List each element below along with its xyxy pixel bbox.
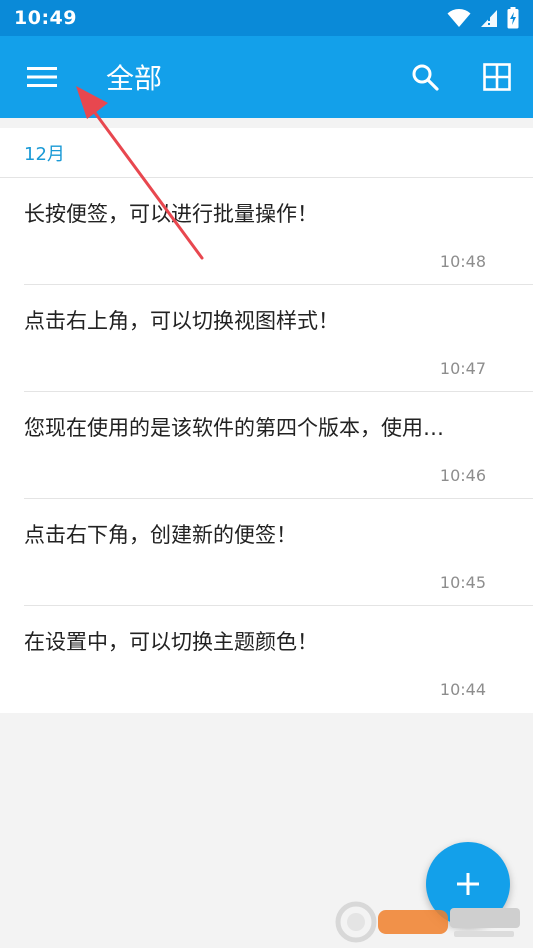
wifi-icon bbox=[447, 9, 471, 27]
search-icon bbox=[412, 64, 439, 91]
month-header: 12月 bbox=[0, 128, 533, 178]
status-icons bbox=[447, 7, 519, 29]
note-time: 10:46 bbox=[439, 466, 486, 485]
note-text: 在设置中，可以切换主题颜色！ bbox=[24, 630, 318, 654]
note-text: 点击右上角，可以切换视图样式！ bbox=[24, 309, 339, 333]
page-title: 全部 bbox=[106, 62, 163, 95]
note-item[interactable]: 在设置中，可以切换主题颜色！ 10:44 bbox=[24, 606, 533, 713]
view-toggle-button[interactable] bbox=[461, 36, 533, 118]
menu-button[interactable] bbox=[0, 36, 84, 118]
note-text: 长按便签，可以进行批量操作！ bbox=[24, 202, 318, 226]
note-list: 12月 长按便签，可以进行批量操作！ 10:48 点击右上角，可以切换视图样式！… bbox=[0, 128, 533, 713]
signal-icon bbox=[481, 10, 497, 27]
grid-view-icon bbox=[483, 63, 511, 91]
note-time: 10:44 bbox=[439, 680, 486, 699]
note-item[interactable]: 长按便签，可以进行批量操作！ 10:48 bbox=[24, 178, 533, 285]
app-bar: 全部 bbox=[0, 36, 533, 118]
note-item[interactable]: 点击右上角，可以切换视图样式！ 10:47 bbox=[24, 285, 533, 392]
note-time: 10:45 bbox=[439, 573, 486, 592]
note-text: 您现在使用的是该软件的第四个版本，使用… bbox=[24, 416, 444, 440]
watermark-logo bbox=[335, 901, 520, 943]
search-button[interactable] bbox=[389, 36, 461, 118]
plus-icon bbox=[457, 873, 479, 895]
app-bar-actions bbox=[389, 36, 533, 118]
status-time: 10:49 bbox=[14, 7, 77, 29]
note-text: 点击右下角，创建新的便签！ bbox=[24, 523, 297, 547]
hamburger-menu-icon bbox=[27, 67, 57, 87]
note-item[interactable]: 您现在使用的是该软件的第四个版本，使用… 10:46 bbox=[24, 392, 533, 499]
note-item[interactable]: 点击右下角，创建新的便签！ 10:45 bbox=[24, 499, 533, 606]
status-bar: 10:49 bbox=[0, 0, 533, 36]
note-time: 10:48 bbox=[439, 252, 486, 271]
battery-charging-icon bbox=[507, 7, 519, 29]
note-time: 10:47 bbox=[439, 359, 486, 378]
